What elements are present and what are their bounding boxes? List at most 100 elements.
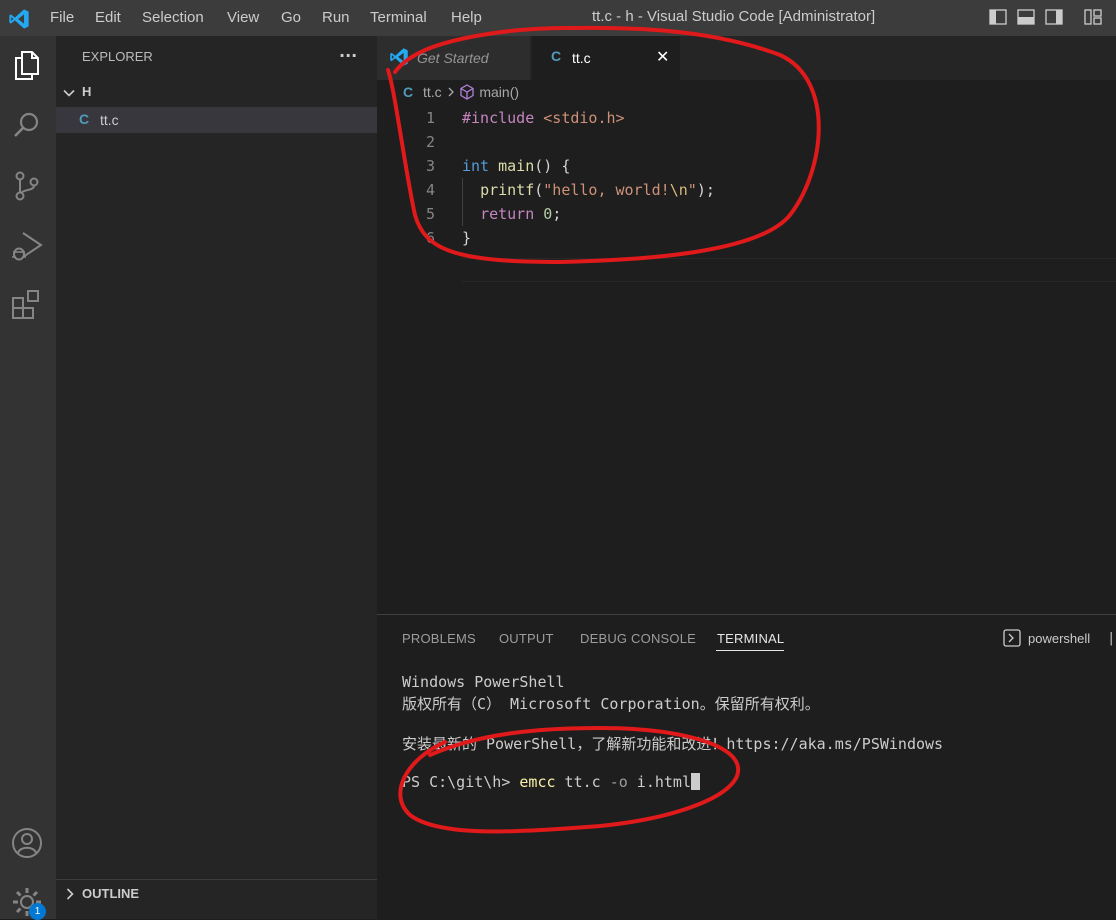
menu-edit[interactable]: Edit xyxy=(95,0,121,36)
code-token: int xyxy=(462,157,490,175)
menu-run[interactable]: Run xyxy=(322,0,350,36)
menu-selection[interactable]: Selection xyxy=(142,0,204,36)
bottom-panel: PROBLEMS OUTPUT DEBUG CONSOLE TERMINAL p… xyxy=(377,614,1116,920)
explorer-header: EXPLORER xyxy=(82,49,153,64)
terminal-cursor xyxy=(691,773,700,790)
terminal-line: 安装最新的 PowerShell，了解新功能和改进！https://aka.ms… xyxy=(402,735,944,753)
tab-label: tt.c xyxy=(572,50,591,66)
command-arg: tt.c xyxy=(555,773,610,791)
code-token: main xyxy=(498,157,535,175)
code-token: "hello, world! xyxy=(543,181,670,199)
tab-output[interactable]: OUTPUT xyxy=(499,631,554,646)
editor-tab-bar: Get Started C tt.c ✕ xyxy=(377,36,1116,80)
file-name: tt.c xyxy=(100,112,119,128)
split-terminal-icon[interactable]: | xyxy=(1109,631,1113,646)
code-line[interactable]: 2 xyxy=(377,130,1116,154)
code-token: printf xyxy=(480,181,535,199)
menu-help[interactable]: Help xyxy=(451,0,482,36)
terminal-line: Windows PowerShell xyxy=(402,673,565,691)
command-flag: -o xyxy=(609,773,628,791)
code-token: return xyxy=(480,205,535,223)
command-name: emcc xyxy=(519,773,556,791)
menu-go[interactable]: Go xyxy=(281,0,301,36)
code-text: int main() { xyxy=(462,154,570,178)
outline-label: OUTLINE xyxy=(82,886,140,901)
c-file-icon: C xyxy=(79,111,90,127)
source-control-icon[interactable] xyxy=(10,169,44,203)
code-text: #include <stdio.h> xyxy=(462,106,625,130)
chevron-right-icon xyxy=(448,87,454,97)
menu-file[interactable]: File xyxy=(50,0,74,36)
line-number: 2 xyxy=(425,133,435,151)
code-text: } xyxy=(462,226,471,250)
files-icon[interactable] xyxy=(10,48,44,82)
code-line[interactable]: 1 #include <stdio.h> xyxy=(377,106,1116,130)
extensions-icon[interactable] xyxy=(10,288,44,322)
outline-divider xyxy=(56,879,377,880)
vscode-logo-icon xyxy=(9,9,29,29)
terminal-icon xyxy=(1003,629,1021,647)
breadcrumb-symbol[interactable]: main() xyxy=(479,84,519,100)
c-file-icon: C xyxy=(403,84,414,100)
code-token: <stdio.h> xyxy=(543,109,625,127)
active-tab-underline xyxy=(716,650,784,651)
menu-view[interactable]: View xyxy=(227,0,259,36)
c-file-icon: C xyxy=(551,48,562,64)
command-arg: i.html xyxy=(627,773,691,791)
close-icon[interactable]: ✕ xyxy=(656,47,669,66)
line-number: 4 xyxy=(425,181,435,199)
code-text: printf("hello, world!\n"); xyxy=(462,178,715,202)
customize-layout-icon[interactable] xyxy=(1084,9,1102,25)
line-number: 6 xyxy=(425,229,435,247)
explorer-sidebar: EXPLORER ··· H C tt.c OUTLINE xyxy=(56,36,377,919)
code-token: () { xyxy=(534,157,571,175)
title-bar: File Edit Selection View Go Run Terminal… xyxy=(0,0,1116,36)
toggle-primary-sidebar-icon[interactable] xyxy=(989,9,1007,25)
activity-bar: 1 xyxy=(0,36,56,920)
terminal-prompt-line[interactable]: PS C:\git\h> emcc tt.c -o i.html xyxy=(402,773,700,791)
code-token: #include xyxy=(462,109,535,127)
code-token: " xyxy=(687,181,697,199)
code-token: 0 xyxy=(543,205,553,223)
tab-tt-c[interactable]: C tt.c ✕ xyxy=(532,36,680,80)
account-icon[interactable] xyxy=(10,826,44,860)
run-debug-icon[interactable] xyxy=(10,229,44,263)
shell-selector[interactable]: powershell xyxy=(1028,631,1090,646)
line-number: 3 xyxy=(425,157,435,175)
tab-terminal[interactable]: TERMINAL xyxy=(717,631,784,646)
code-token: ; xyxy=(552,205,562,223)
menu-terminal[interactable]: Terminal xyxy=(370,0,427,36)
toggle-secondary-sidebar-icon[interactable] xyxy=(1045,9,1063,25)
breadcrumb-file[interactable]: tt.c xyxy=(423,84,442,100)
terminal-line: 版权所有（C） Microsoft Corporation。保留所有权利。 xyxy=(402,695,820,713)
code-text: return 0; xyxy=(462,202,561,226)
folder-row[interactable]: H xyxy=(56,82,377,104)
tab-debug-console[interactable]: DEBUG CONSOLE xyxy=(580,631,696,646)
breadcrumb: C tt.c main() xyxy=(403,84,519,104)
chevron-down-icon xyxy=(63,89,75,97)
tab-get-started[interactable]: Get Started xyxy=(377,36,530,80)
code-line[interactable]: 4 printf("hello, world!\n"); xyxy=(377,178,1116,202)
code-line[interactable]: 5 return 0; xyxy=(377,202,1116,226)
folder-name: H xyxy=(82,84,92,99)
more-actions-icon[interactable]: ··· xyxy=(339,46,357,65)
method-cube-icon xyxy=(460,84,475,100)
code-editor[interactable]: C tt.c main() 1 #include <stdio.h> 2 3 int m… xyxy=(377,80,1116,614)
file-row-tt-c[interactable]: C tt.c xyxy=(56,107,377,133)
code-token: ( xyxy=(534,181,544,199)
current-line-highlight xyxy=(462,258,1116,282)
search-icon[interactable] xyxy=(10,108,44,142)
toggle-panel-icon[interactable] xyxy=(1017,9,1035,25)
tab-problems[interactable]: PROBLEMS xyxy=(402,631,476,646)
code-line[interactable]: 6} xyxy=(377,226,1116,250)
settings-update-badge: 1 xyxy=(29,903,46,920)
code-line[interactable]: 3 int main() { xyxy=(377,154,1116,178)
prompt: PS C:\git\h> xyxy=(402,773,520,791)
outline-section[interactable]: OUTLINE xyxy=(56,882,377,906)
vscode-logo-icon xyxy=(390,48,408,66)
